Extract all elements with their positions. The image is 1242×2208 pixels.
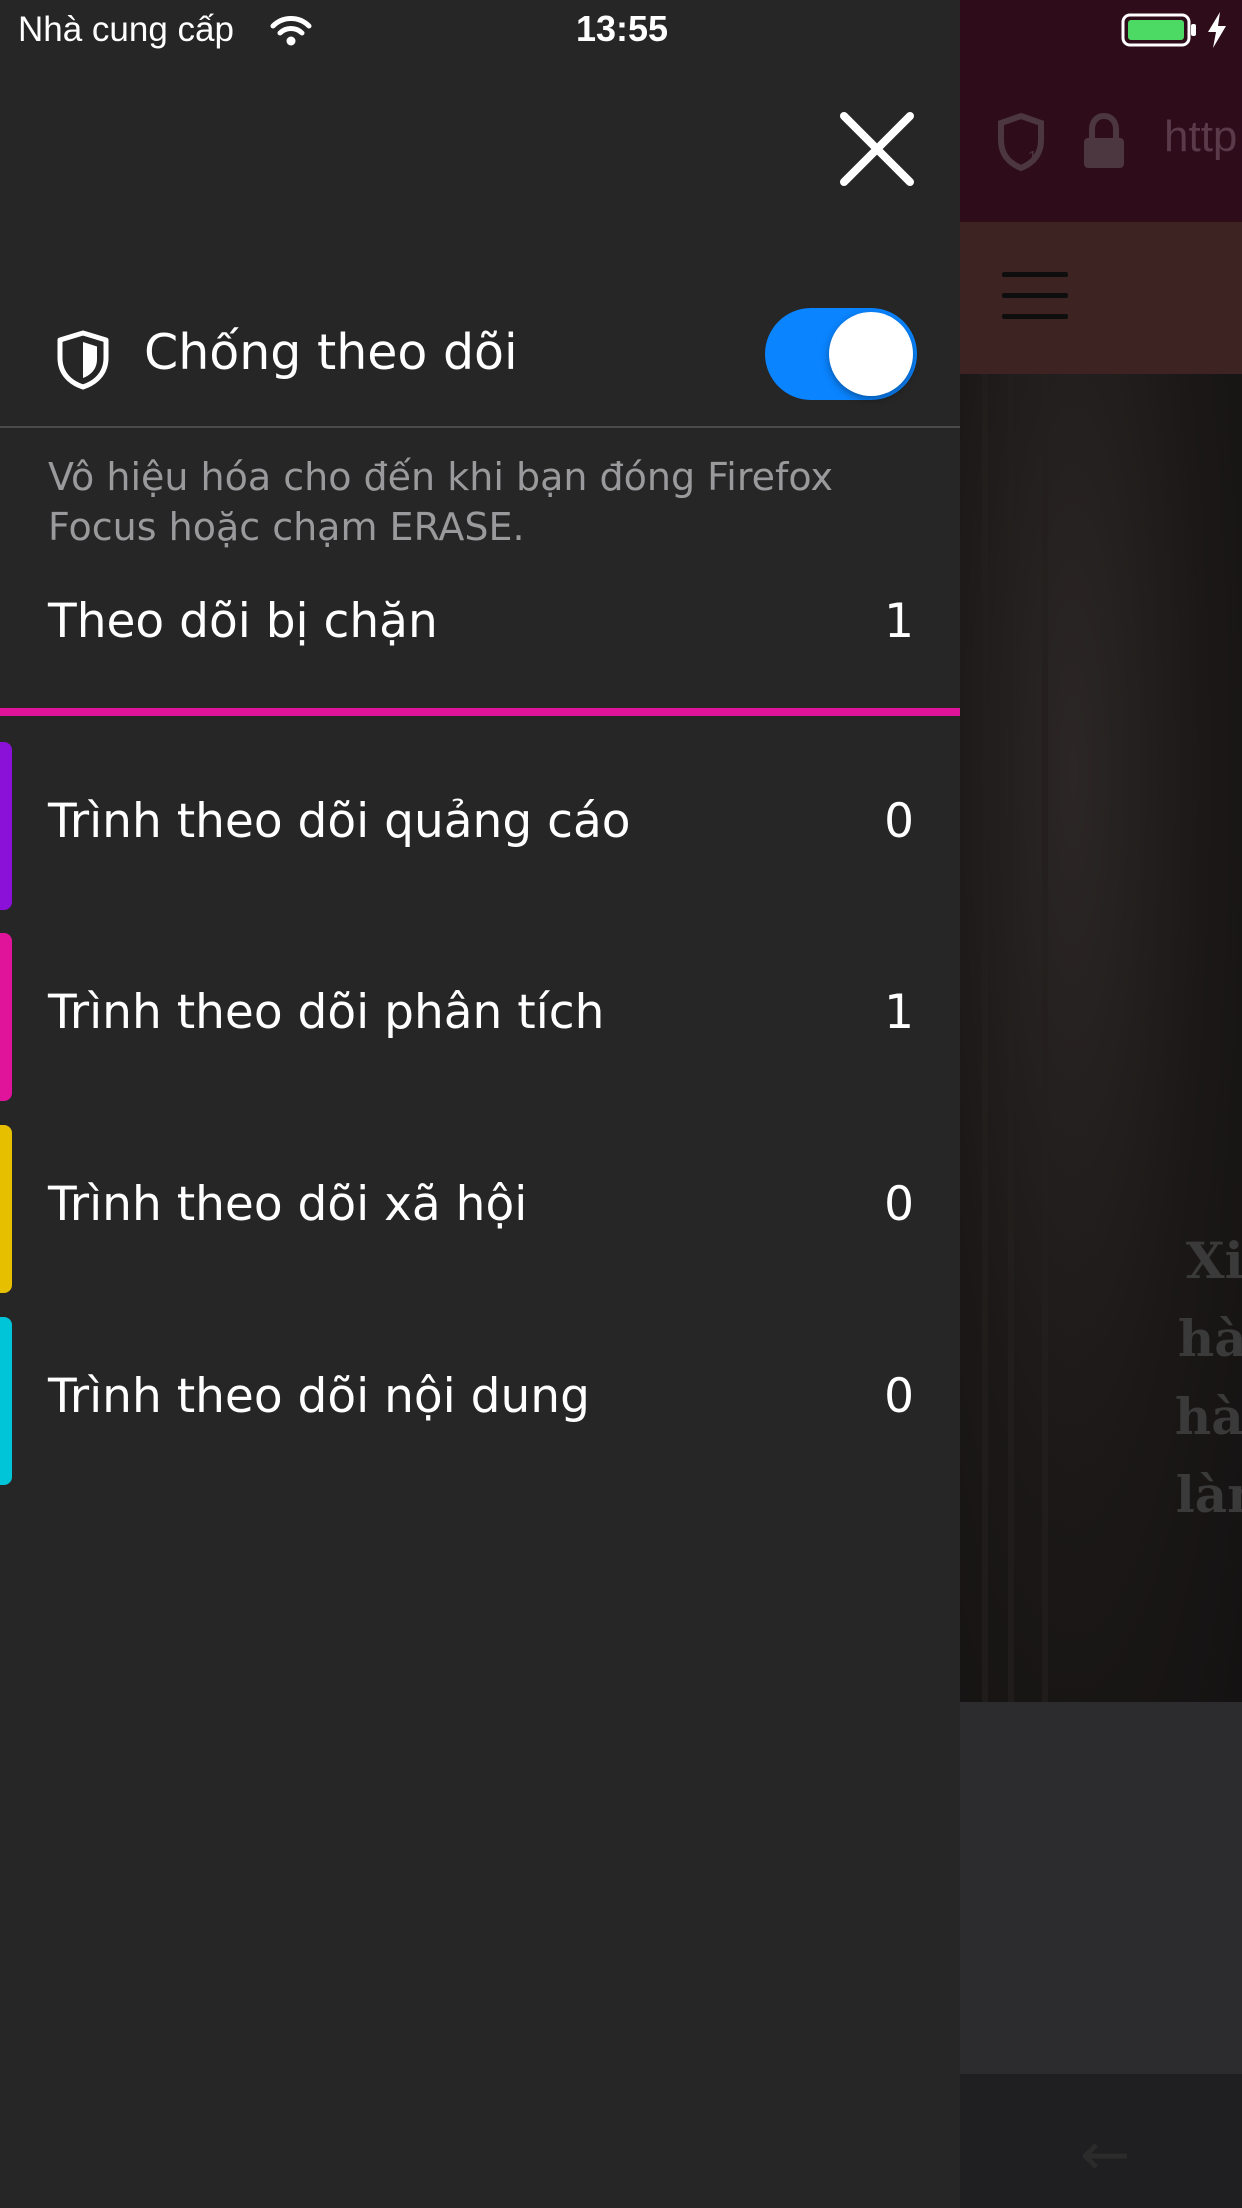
background-hero-line: hào: [1177, 1309, 1242, 1368]
battery-icon: [1121, 13, 1196, 47]
close-button[interactable]: [834, 106, 920, 192]
blocked-divider: [0, 708, 960, 716]
background-hero-texture: [1008, 374, 1014, 1702]
background-url-bar: [960, 0, 1242, 222]
background-hero-line: Xin: [1185, 1231, 1242, 1290]
tracker-color-stripe: [0, 742, 12, 910]
toggle-knob: [829, 312, 913, 396]
tracker-label: Trình theo dõi phân tích: [48, 985, 605, 1040]
background-hero-line: hàn: [1174, 1387, 1242, 1446]
background-hero-line: làm: [1175, 1465, 1242, 1524]
tracker-label: Trình theo dõi nội dung: [48, 1369, 590, 1424]
tracking-protection-toggle[interactable]: [765, 308, 917, 400]
background-content-area: [960, 1702, 1242, 2074]
tracker-row-ad: Trình theo dõi quảng cáo 0: [0, 742, 960, 910]
background-page: 1 http Xin hào hàn làm ←: [960, 0, 1242, 2208]
background-shield-icon: 1: [998, 112, 1044, 172]
tracking-protection-title: Chống theo dõi: [144, 324, 518, 381]
charging-icon: [1208, 12, 1226, 48]
trackers-blocked-count: 1: [884, 594, 914, 649]
background-hero-text: Xin hào hàn làm: [1140, 1222, 1242, 1534]
tracking-protection-panel: Chống theo dõi Vô hiệu hóa cho đến khi b…: [0, 0, 960, 2208]
tracking-protection-description: Vô hiệu hóa cho đến khi bạn đóng Firefox…: [48, 455, 833, 549]
tracker-color-stripe: [0, 933, 12, 1101]
tracker-count: 0: [884, 794, 914, 849]
carrier-name: Nhà cung cấp: [18, 10, 234, 49]
tracker-row-social: Trình theo dõi xã hội 0: [0, 1125, 960, 1293]
wifi-icon: [270, 16, 312, 46]
tracking-protection-header: Chống theo dõi: [0, 290, 960, 428]
background-url-text: http: [1164, 112, 1238, 161]
tracker-label: Trình theo dõi xã hội: [48, 1177, 528, 1232]
background-back-arrow-icon: ←: [1080, 2120, 1131, 2190]
trackers-blocked-row: Theo dõi bị chặn 1: [48, 594, 914, 658]
status-bar: Nhà cung cấp 13:55: [0, 0, 960, 62]
trackers-blocked-label: Theo dõi bị chặn: [48, 594, 438, 649]
tracker-count: 1: [884, 985, 914, 1040]
tracker-count: 0: [884, 1369, 914, 1424]
tracker-row-analytics: Trình theo dõi phân tích 1: [0, 933, 960, 1101]
tracker-color-stripe: [0, 1317, 12, 1485]
background-hero-texture: [982, 374, 988, 1702]
status-time: 13:55: [576, 8, 669, 49]
tracker-row-content: Trình theo dõi nội dung 0: [0, 1317, 960, 1485]
background-lock-icon: [1084, 112, 1124, 168]
tracker-color-stripe: [0, 1125, 12, 1293]
shield-icon: [57, 330, 109, 390]
background-menu-icon: [1002, 272, 1068, 320]
tracker-label: Trình theo dõi quảng cáo: [48, 794, 631, 849]
background-hero-texture: [1042, 374, 1048, 1702]
svg-text:1: 1: [1028, 149, 1037, 166]
tracker-count: 0: [884, 1177, 914, 1232]
